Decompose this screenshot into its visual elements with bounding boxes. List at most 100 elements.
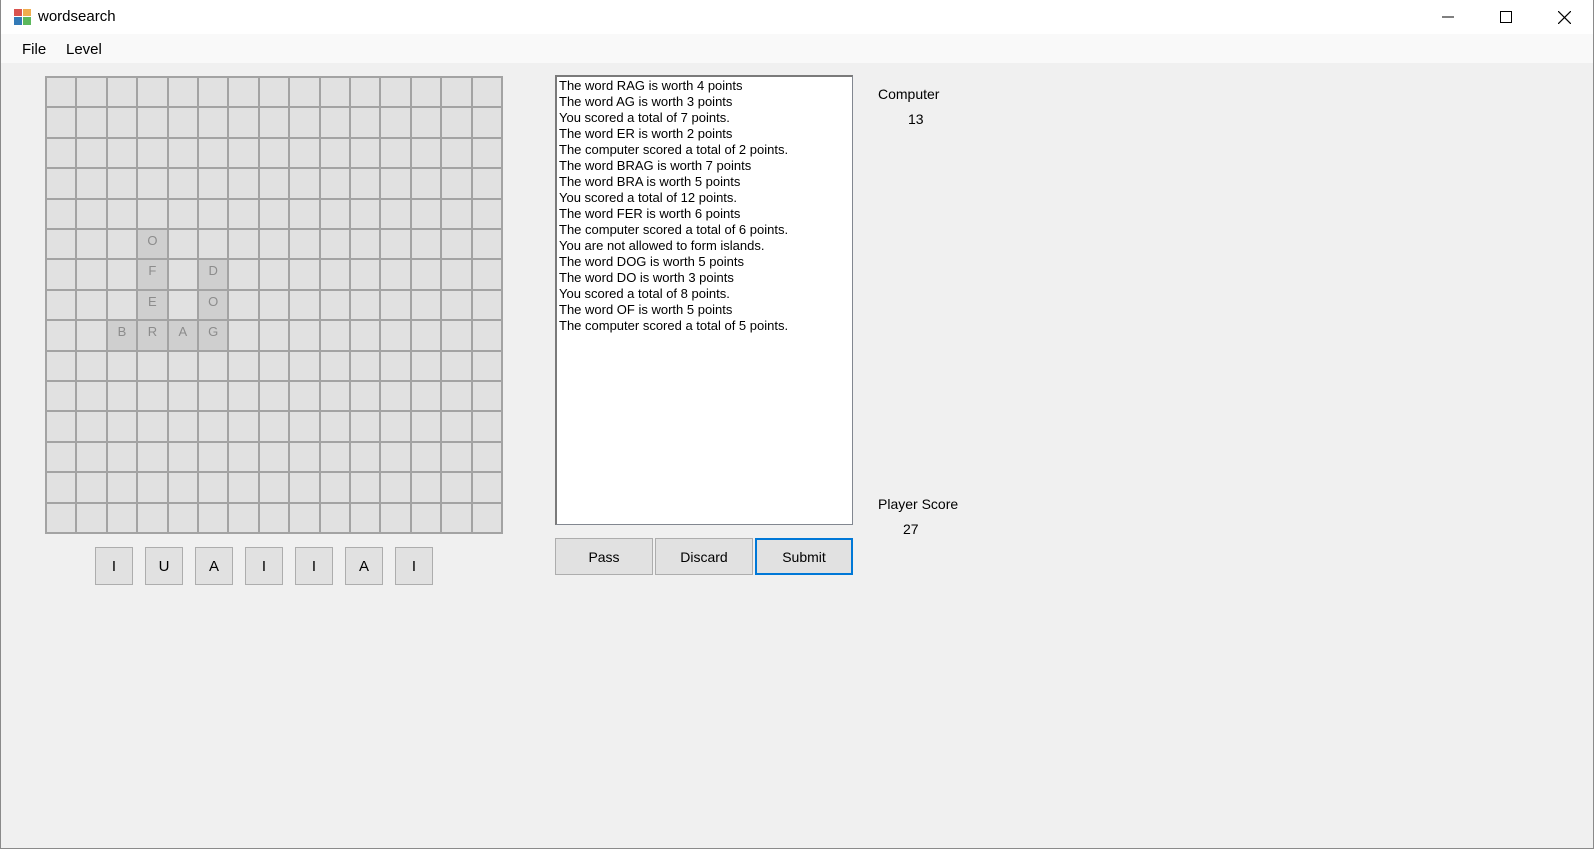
board-cell[interactable] bbox=[381, 442, 410, 472]
board-cell[interactable] bbox=[320, 351, 349, 380]
board-cell[interactable] bbox=[350, 290, 380, 320]
board-cell[interactable] bbox=[320, 78, 349, 107]
board-cell[interactable] bbox=[229, 229, 258, 259]
minimize-button[interactable] bbox=[1419, 0, 1477, 34]
board-cell[interactable] bbox=[320, 503, 349, 532]
board-cell[interactable] bbox=[47, 78, 76, 107]
board-cell[interactable] bbox=[47, 169, 76, 198]
board-cell[interactable] bbox=[168, 473, 197, 502]
board-cell[interactable] bbox=[290, 260, 319, 289]
board-cell[interactable] bbox=[320, 199, 349, 228]
board-cell[interactable] bbox=[381, 321, 410, 350]
board-cell[interactable] bbox=[320, 442, 349, 472]
board-cell[interactable] bbox=[77, 442, 106, 472]
board-cell[interactable] bbox=[168, 138, 197, 168]
board-cell[interactable] bbox=[77, 503, 106, 532]
board-cell[interactable] bbox=[472, 169, 501, 198]
board-cell[interactable] bbox=[472, 442, 501, 472]
board-cell[interactable] bbox=[411, 169, 441, 198]
board-cell[interactable] bbox=[472, 78, 501, 107]
board-cell[interactable] bbox=[47, 199, 76, 228]
board-cell[interactable] bbox=[47, 260, 76, 289]
board-cell[interactable] bbox=[47, 108, 76, 137]
board-cell[interactable] bbox=[290, 199, 319, 228]
board-cell[interactable] bbox=[259, 351, 289, 380]
rack-tile[interactable]: I bbox=[295, 547, 333, 585]
board-cell[interactable] bbox=[229, 412, 258, 441]
board-cell[interactable] bbox=[77, 290, 106, 320]
board-cell[interactable] bbox=[320, 108, 349, 137]
board-cell[interactable] bbox=[47, 473, 76, 502]
board-cell[interactable] bbox=[320, 138, 349, 168]
board-cell[interactable] bbox=[381, 503, 410, 532]
board-cell[interactable] bbox=[442, 503, 471, 532]
board-tile[interactable]: O bbox=[138, 229, 167, 259]
board-cell[interactable] bbox=[198, 442, 228, 472]
board-cell[interactable] bbox=[472, 321, 501, 350]
board-cell[interactable] bbox=[259, 442, 289, 472]
board-cell[interactable] bbox=[411, 351, 441, 380]
board-cell[interactable] bbox=[259, 503, 289, 532]
board-cell[interactable] bbox=[290, 321, 319, 350]
board-cell[interactable] bbox=[411, 412, 441, 441]
board-cell[interactable] bbox=[229, 442, 258, 472]
board-cell[interactable] bbox=[229, 321, 258, 350]
board-cell[interactable] bbox=[107, 351, 137, 380]
board-cell[interactable] bbox=[107, 473, 137, 502]
board-cell[interactable] bbox=[472, 503, 501, 532]
board-cell[interactable] bbox=[77, 108, 106, 137]
board-cell[interactable] bbox=[472, 351, 501, 380]
board-cell[interactable] bbox=[168, 290, 197, 320]
board-cell[interactable] bbox=[259, 229, 289, 259]
board-cell[interactable] bbox=[47, 351, 76, 380]
board-cell[interactable] bbox=[259, 290, 289, 320]
board-cell[interactable] bbox=[472, 108, 501, 137]
board-cell[interactable] bbox=[47, 229, 76, 259]
board-cell[interactable] bbox=[350, 412, 380, 441]
board-cell[interactable] bbox=[442, 351, 471, 380]
board-cell[interactable] bbox=[320, 321, 349, 350]
board-cell[interactable] bbox=[198, 412, 228, 441]
board-cell[interactable] bbox=[290, 108, 319, 137]
board-cell[interactable] bbox=[320, 381, 349, 411]
board-cell[interactable] bbox=[77, 199, 106, 228]
board-cell[interactable] bbox=[198, 351, 228, 380]
board-cell[interactable] bbox=[290, 169, 319, 198]
board-cell[interactable] bbox=[442, 229, 471, 259]
board-cell[interactable] bbox=[198, 199, 228, 228]
board-cell[interactable] bbox=[472, 473, 501, 502]
board-cell[interactable] bbox=[138, 503, 167, 532]
board-cell[interactable] bbox=[259, 138, 289, 168]
board-cell[interactable] bbox=[290, 442, 319, 472]
board-cell[interactable] bbox=[198, 381, 228, 411]
board-tile[interactable]: E bbox=[138, 290, 167, 320]
board-cell[interactable] bbox=[107, 108, 137, 137]
discard-button[interactable]: Discard bbox=[655, 538, 753, 575]
board-cell[interactable] bbox=[107, 138, 137, 168]
board-cell[interactable] bbox=[442, 381, 471, 411]
board-cell[interactable] bbox=[138, 381, 167, 411]
board-cell[interactable] bbox=[47, 503, 76, 532]
board-cell[interactable] bbox=[107, 229, 137, 259]
board-cell[interactable] bbox=[77, 321, 106, 350]
board-cell[interactable] bbox=[381, 290, 410, 320]
board-cell[interactable] bbox=[47, 381, 76, 411]
board-cell[interactable] bbox=[168, 169, 197, 198]
board-cell[interactable] bbox=[411, 503, 441, 532]
board-cell[interactable] bbox=[290, 381, 319, 411]
board-tile[interactable]: O bbox=[198, 290, 228, 320]
board-cell[interactable] bbox=[411, 290, 441, 320]
board-cell[interactable] bbox=[411, 381, 441, 411]
board-cell[interactable] bbox=[77, 169, 106, 198]
board-cell[interactable] bbox=[138, 442, 167, 472]
board-cell[interactable] bbox=[138, 78, 167, 107]
board-cell[interactable] bbox=[442, 260, 471, 289]
board-cell[interactable] bbox=[350, 138, 380, 168]
board-cell[interactable] bbox=[411, 108, 441, 137]
board-cell[interactable] bbox=[168, 503, 197, 532]
board-cell[interactable] bbox=[259, 381, 289, 411]
board-cell[interactable] bbox=[198, 503, 228, 532]
board-cell[interactable] bbox=[107, 169, 137, 198]
board-cell[interactable] bbox=[290, 229, 319, 259]
board-cell[interactable] bbox=[350, 78, 380, 107]
